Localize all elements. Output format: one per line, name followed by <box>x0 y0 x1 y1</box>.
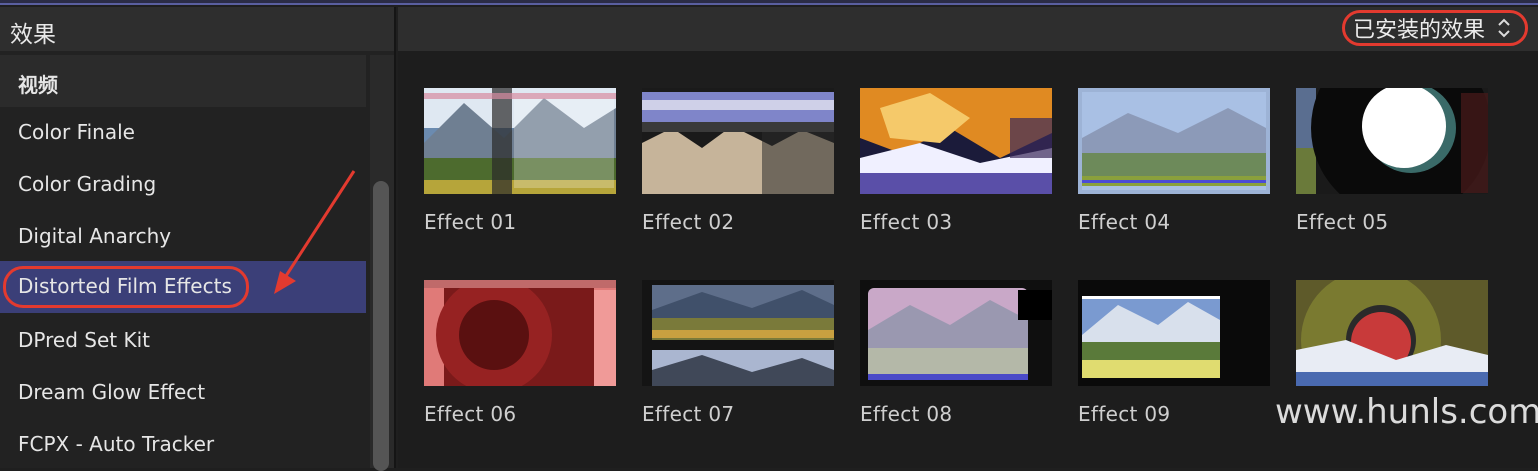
section-header-label: 视频 <box>18 73 58 97</box>
sidebar-item-label: FCPX - Auto Tracker <box>18 432 215 456</box>
sidebar-item-digital-anarchy[interactable]: Digital Anarchy <box>0 211 366 263</box>
effect-thumbnail <box>642 88 834 194</box>
effect-label: Effect 04 <box>1078 210 1171 234</box>
sidebar-item-label: Distorted Film Effects <box>18 274 232 298</box>
effect-label: Effect 09 <box>1078 402 1171 426</box>
effect-card-03[interactable]: Effect 03 <box>860 88 1052 234</box>
sidebar-item-dpred-set-kit[interactable]: DPred Set Kit <box>0 315 366 367</box>
effect-card-09[interactable]: Effect 09 <box>1078 280 1270 426</box>
updown-chevron-icon <box>1497 17 1511 39</box>
effect-label: Effect 02 <box>642 210 735 234</box>
section-header-video[interactable]: 视频 <box>0 55 366 107</box>
effect-thumbnail <box>1078 88 1270 194</box>
sidebar-item-label: Color Finale <box>18 120 135 144</box>
browser-header-left: 效果 <box>0 7 396 51</box>
effect-thumbnail <box>1296 280 1488 386</box>
sidebar-item-dream-glow-effect[interactable]: Dream Glow Effect <box>0 367 366 419</box>
effect-card-04[interactable]: Effect 04 <box>1078 88 1270 234</box>
effect-thumbnail <box>642 280 834 386</box>
sidebar-item-color-finale[interactable]: Color Finale <box>0 107 366 159</box>
effect-card-01[interactable]: Effect 01 <box>424 88 616 234</box>
effect-card-02[interactable]: Effect 02 <box>642 88 834 234</box>
sidebar-item-color-grading[interactable]: Color Grading <box>0 159 366 211</box>
browser-title: 效果 <box>10 22 56 48</box>
effect-label: Effect 08 <box>860 402 953 426</box>
sidebar-item-label: Digital Anarchy <box>18 224 172 248</box>
effect-card-08[interactable]: Effect 08 <box>860 280 1052 426</box>
effect-thumbnail <box>1078 280 1270 386</box>
effect-card-10[interactable] <box>1296 280 1488 386</box>
top-divider <box>0 0 1538 5</box>
effect-thumbnail <box>860 88 1052 194</box>
browser-header-right: 已安装的效果 <box>398 7 1538 51</box>
installed-effects-label: 已安装的效果 <box>1352 18 1485 43</box>
effect-label: Effect 06 <box>424 402 517 426</box>
sidebar-scrollbar-thumb[interactable] <box>373 181 389 471</box>
watermark-text: www.hunls.com <box>1275 392 1538 432</box>
effect-label: Effect 03 <box>860 210 953 234</box>
effect-label: Effect 01 <box>424 210 517 234</box>
sidebar-item-label: Dream Glow Effect <box>18 380 206 404</box>
effect-thumbnail <box>860 280 1052 386</box>
category-sidebar: 视频 Color Finale Color Grading Digital An… <box>0 51 396 471</box>
effect-thumbnail <box>424 88 616 194</box>
sidebar-item-label: Color Grading <box>18 172 157 196</box>
installed-effects-popup[interactable]: 已安装的效果 <box>1341 10 1528 46</box>
effect-thumbnail <box>424 280 616 386</box>
effect-thumbnail <box>1296 88 1488 194</box>
effect-card-07[interactable]: Effect 07 <box>642 280 834 426</box>
effect-label: Effect 07 <box>642 402 735 426</box>
sidebar-item-distorted-film-effects[interactable]: Distorted Film Effects <box>0 261 366 313</box>
effect-card-05[interactable]: Effect 05 <box>1296 88 1488 234</box>
effect-label: Effect 05 <box>1296 210 1389 234</box>
sidebar-item-fcpx-auto-tracker[interactable]: FCPX - Auto Tracker <box>0 419 366 471</box>
effect-card-06[interactable]: Effect 06 <box>424 280 616 426</box>
sidebar-item-label: DPred Set Kit <box>18 328 150 352</box>
